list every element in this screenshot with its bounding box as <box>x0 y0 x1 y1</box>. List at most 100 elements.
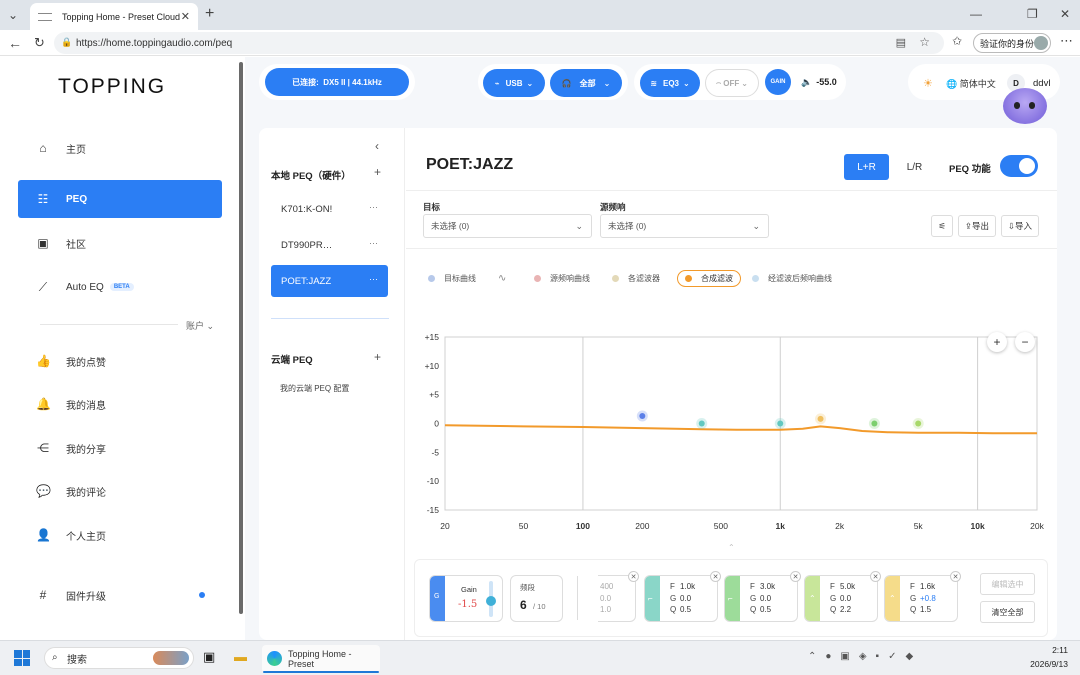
cloud-peq-config-link[interactable]: 我的云端 PEQ 配置 <box>280 383 349 394</box>
clear-all-button[interactable]: 清空全部 <box>980 601 1035 623</box>
eq-off-toggle[interactable]: ⌢ OFF ⌄ <box>705 69 759 97</box>
username[interactable]: ddvl <box>1033 78 1050 89</box>
add-cloud-peq-icon[interactable]: + <box>374 350 381 364</box>
channel-split-button[interactable]: L/R <box>892 154 937 180</box>
chevron-down-icon[interactable]: ⌄ <box>8 9 18 21</box>
account-label: 账户 <box>186 321 205 331</box>
delete-band-icon[interactable]: ✕ <box>950 571 961 582</box>
sidebar-item-shares[interactable]: ⋲ 我的分享 <box>18 429 222 467</box>
gain-slider-knob[interactable] <box>486 596 496 606</box>
more-menu-icon[interactable]: ⋯ <box>1060 34 1073 47</box>
chevron-down-icon: ⌄ <box>603 78 611 88</box>
peq-item-dt990[interactable]: DT990PR… ··· <box>271 229 388 261</box>
legend-waveform[interactable]: ∿ <box>498 273 506 284</box>
pre-gain-card[interactable]: G Gain -1.5 <box>429 575 503 622</box>
chevron-down-icon: ⌄ <box>206 321 215 331</box>
delete-band-icon[interactable]: ✕ <box>628 571 639 582</box>
close-tab-icon[interactable]: ✕ <box>181 10 190 23</box>
delete-band-icon[interactable]: ✕ <box>790 571 801 582</box>
legend-target-curve[interactable]: 目标曲线 <box>428 273 476 284</box>
gain-button[interactable]: GAIN <box>765 69 791 95</box>
system-tray-icons[interactable]: ⌃●▣◈▪✓◆ <box>808 651 922 662</box>
back-icon[interactable]: ← <box>8 36 22 50</box>
add-local-peq-icon[interactable]: + <box>374 165 381 179</box>
taskbar-clock[interactable]: 2:11 2026/9/13 <box>1030 643 1068 671</box>
legend-dot <box>428 275 435 282</box>
target-select[interactable]: 未选择 (0) ⌄ <box>423 214 592 238</box>
edge-icon <box>267 651 282 666</box>
verify-identity-button[interactable]: 验证你的身份 <box>973 33 1051 53</box>
collapse-panel-icon[interactable]: ‹ <box>375 139 379 153</box>
frequency-response-chart[interactable]: 20 50 100 200 500 1k 2k 5k 10k 20k +15 +10 +5 0 -5 -10 -… <box>406 313 1056 540</box>
sidebar-item-auto-eq[interactable]: ⟋ Auto EQ BETA <box>18 268 222 306</box>
import-button[interactable]: ⇩ 导入 <box>1001 215 1039 237</box>
more-icon[interactable]: ··· <box>369 274 378 284</box>
band-card-1[interactable]: ⌐ F 1.0k G 0.0 Q 0.5 ✕ <box>644 571 721 622</box>
legend-source-curve[interactable]: 源频响曲线 <box>534 273 590 284</box>
zoom-out-button[interactable]: − <box>1015 332 1035 352</box>
delete-band-icon[interactable]: ✕ <box>870 571 881 582</box>
eq-select[interactable]: ≋ EQ3 ⌄ <box>640 69 700 97</box>
source-label: 源频响 <box>600 202 626 212</box>
sidebar-item-comments[interactable]: 💬 我的评论 <box>18 472 222 510</box>
band-card-partial[interactable]: 400 0.0 1.0 ✕ <box>598 571 639 622</box>
filter-settings-button[interactable]: ⚟ <box>931 215 953 237</box>
sidebar-scrollbar[interactable] <box>239 62 243 614</box>
input-select[interactable]: ⌁ USB ⌄ <box>483 69 545 97</box>
edit-selected-button[interactable]: 编辑选中 <box>980 573 1035 595</box>
legend-combined-filter[interactable]: 合成滤波 <box>677 270 741 287</box>
sidebar-item-messages[interactable]: 🔔 我的消息 <box>18 385 222 423</box>
more-icon[interactable]: ··· <box>369 202 378 212</box>
sidebar-item-home[interactable]: ⌂ 主页 <box>18 129 222 167</box>
peq-item-k701[interactable]: K701:K-ON! ··· <box>271 193 388 225</box>
peq-function-toggle[interactable] <box>1000 155 1038 177</box>
new-tab-icon[interactable]: + <box>205 6 214 22</box>
x-tick-label: 500 <box>714 521 728 531</box>
peq-item-poet-jazz[interactable]: POET:JAZZ ··· <box>271 265 388 297</box>
file-explorer-icon[interactable]: ▬ <box>234 649 247 664</box>
import-icon: ⇩ <box>1007 220 1016 231</box>
sidebar-item-peq[interactable]: ☷ PEQ <box>18 180 222 218</box>
gain-tag: G <box>434 593 440 600</box>
export-button[interactable]: ⇪ 导出 <box>958 215 996 237</box>
maximize-icon[interactable]: ❐ <box>1027 8 1038 20</box>
taskbar-search[interactable]: ⌕ 搜索 <box>44 647 194 669</box>
refresh-icon[interactable]: ↻ <box>34 36 45 49</box>
sidebar-item-firmware[interactable]: # 固件升级 <box>18 576 222 614</box>
taskbar-edge-window[interactable]: Topping Home - Preset <box>262 645 380 673</box>
channel-lr-button[interactable]: L+R <box>844 154 889 180</box>
zoom-in-button[interactable]: + <box>987 332 1007 352</box>
sidebar-item-profile[interactable]: 👤 个人主页 <box>18 516 222 554</box>
language-select[interactable]: 🌐 简体中文 <box>946 77 996 90</box>
sidebar-item-community[interactable]: ▣ 社区 <box>18 224 222 262</box>
url-input[interactable]: 🔒 https://home.toppingaudio.com/peq ▤ ☆ <box>54 32 944 54</box>
language-label: 简体中文 <box>959 79 996 89</box>
legend-filtered-curve[interactable]: 经滤波后频响曲线 <box>752 273 832 284</box>
favorites-icon[interactable]: ✩ <box>952 35 962 47</box>
delete-band-icon[interactable]: ✕ <box>710 571 721 582</box>
expand-up-icon[interactable]: ⌃ <box>728 543 735 552</box>
legend-each-filter[interactable]: 各滤波器 <box>612 273 660 284</box>
windows-start-icon[interactable] <box>14 650 30 666</box>
output-select[interactable]: 🎧 全部 ⌄ <box>550 69 622 97</box>
source-select[interactable]: 未选择 (0) ⌄ <box>600 214 769 238</box>
window-close-icon[interactable]: ✕ <box>1060 8 1070 20</box>
reader-icon[interactable]: ▤ <box>896 36 906 49</box>
tab-title: Topping Home - Preset Cloud <box>62 11 181 22</box>
band-card-3[interactable]: ⌃ F 5.0k G 0.0 Q 2.2 ✕ <box>804 571 881 622</box>
minimize-icon[interactable]: — <box>970 8 982 20</box>
favorite-star-icon[interactable]: ☆ <box>919 35 930 49</box>
sidebar-item-likes[interactable]: 👍 我的点赞 <box>18 342 222 380</box>
x-tick-label: 100 <box>576 521 590 531</box>
volume-readout[interactable]: 🔈 -55.0 <box>801 77 837 88</box>
assistant-bot-icon[interactable] <box>1003 88 1047 124</box>
task-view-icon[interactable]: ▣ <box>203 649 215 665</box>
browser-tab[interactable]: Topping Home - Preset Cloud ✕ <box>30 3 198 30</box>
more-icon[interactable]: ··· <box>369 238 378 248</box>
band-card-4[interactable]: ⌃ F 1.6k G +0.8 Q 1.5 ✕ <box>884 571 961 622</box>
x-tick-label: 2k <box>835 521 845 531</box>
device-status-pill[interactable]: 已连接: DX5 II | 44.1kHz <box>265 68 409 96</box>
sun-icon[interactable]: ☀ <box>923 77 933 90</box>
account-toggle[interactable]: 账户 ⌄ <box>186 319 214 332</box>
band-card-2[interactable]: ⌐ F 3.0k G 0.0 Q 0.5 ✕ <box>724 571 801 622</box>
